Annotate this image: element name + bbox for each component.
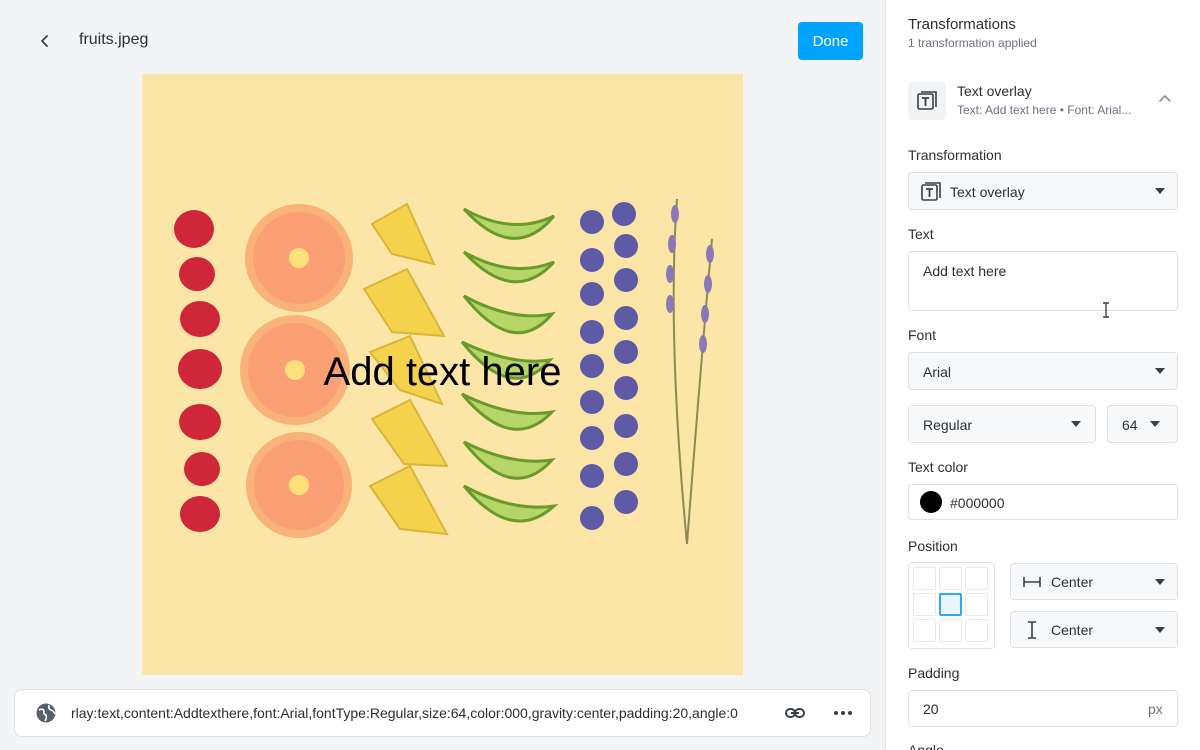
horizontal-align-value: Center [1051,574,1094,590]
position-top-left[interactable] [913,567,936,590]
font-type-select[interactable]: Regular [908,405,1096,443]
transformation-label: Transformation [908,147,1002,163]
text-color-input[interactable]: #000000 [908,484,1178,520]
chevron-down-icon [1155,626,1165,633]
transformations-panel: Transformations 1 transformation applied… [885,0,1200,750]
vertical-align-value: Center [1051,622,1094,638]
padding-input[interactable]: 20 px [908,690,1178,727]
text-color-label: Text color [908,459,968,475]
transformation-url-bar: rlay:text,content:Addtexthere,font:Arial… [14,689,871,737]
chevron-left-icon [41,35,48,47]
transformation-select[interactable]: Text overlay [908,172,1178,210]
angle-label: Angle [908,742,944,750]
transformation-card-desc: Text: Add text here • Font: Arial... [957,103,1132,117]
padding-label: Padding [908,665,960,681]
position-grid [908,562,995,649]
file-name: fruits.jpeg [79,31,149,48]
image-canvas: Add text here [142,74,743,675]
vertical-align-select[interactable]: Center [1010,611,1178,648]
padding-value: 20 [923,701,939,717]
copy-link-button[interactable] [783,701,809,727]
position-bottom-right[interactable] [965,619,988,642]
panel-subtitle: 1 transformation applied [908,36,1037,50]
text-overlay-icon [917,91,937,110]
text-overlay-icon [921,182,941,201]
position-middle-left[interactable] [913,593,936,616]
back-button[interactable] [32,28,58,54]
text-cursor-icon [1103,302,1109,318]
chevron-down-icon [1155,578,1165,585]
position-top-center[interactable] [939,567,962,590]
padding-unit: px [1148,701,1163,717]
text-color-value: #000000 [950,495,1005,511]
chevron-down-icon [1071,421,1081,427]
font-size-value: 64 [1122,417,1138,433]
transformation-card[interactable]: Text overlay Text: Add text here • Font:… [908,80,1178,124]
panel-title: Transformations [908,16,1016,33]
color-swatch[interactable] [920,491,942,513]
editor-area: fruits.jpeg Done Add text here rlay:text… [0,0,885,750]
chevron-down-icon [1150,421,1160,427]
globe-icon [36,703,56,723]
font-select[interactable]: Arial [908,352,1178,390]
font-type-value: Regular [923,417,973,433]
transformation-select-value: Text overlay [950,184,1025,200]
more-options-button[interactable] [831,701,857,727]
text-input[interactable]: Add text here [908,251,1178,318]
text-label: Text [908,226,934,242]
done-button[interactable]: Done [798,22,863,60]
transformation-card-name: Text overlay [957,83,1032,99]
position-middle-right[interactable] [965,593,988,616]
font-size-select[interactable]: 64 [1107,405,1178,443]
position-bottom-left[interactable] [913,619,936,642]
position-bottom-center[interactable] [939,619,962,642]
transformation-string-text: rlay:text,content:Addtexthere,font:Arial… [71,705,738,721]
horizontal-align-icon [1023,577,1041,587]
chevron-down-icon [1155,188,1165,194]
horizontal-align-select[interactable]: Center [1010,563,1178,600]
chevron-down-icon [1155,368,1165,374]
more-horizontal-icon [834,711,852,715]
font-label: Font [908,327,937,343]
overlay-text[interactable]: Add text here [142,350,743,395]
text-input-value: Add text here [923,263,1007,279]
transformation-string[interactable]: rlay:text,content:Addtexthere,font:Arial… [71,705,771,721]
vertical-align-icon [1028,621,1036,639]
position-center[interactable] [939,593,962,616]
chevron-up-icon[interactable] [1158,92,1172,106]
position-top-right[interactable] [965,567,988,590]
link-icon [785,708,805,718]
font-select-value: Arial [923,364,952,380]
text-overlay-icon-box [908,82,946,120]
position-label: Position [908,538,958,554]
